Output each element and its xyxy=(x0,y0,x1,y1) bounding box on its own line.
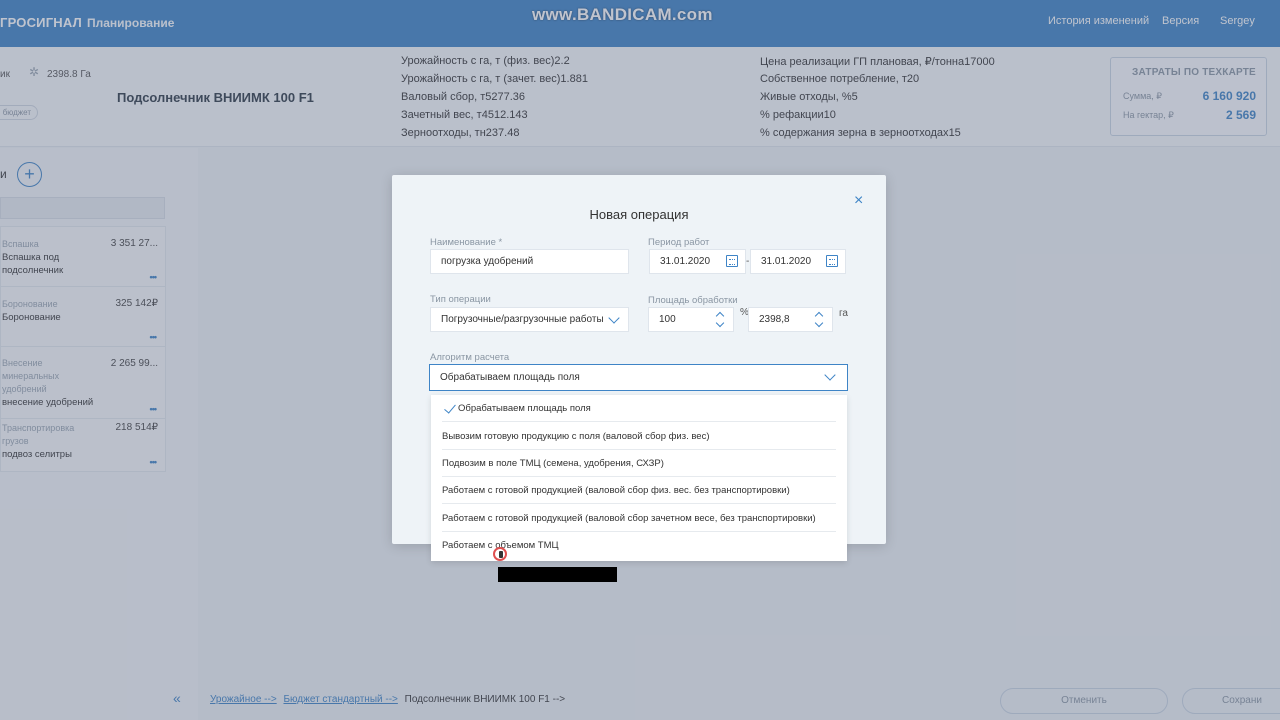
date-from-input[interactable]: 31.01.2020 xyxy=(649,249,746,274)
area-percent-value: 100 xyxy=(659,314,676,325)
area-percent-input[interactable]: 100 xyxy=(648,307,734,332)
dropdown-option[interactable]: Вывозим готовую продукцию с поля (валово… xyxy=(442,423,836,450)
redaction-bar xyxy=(498,567,617,582)
date-from-value: 31.01.2020 xyxy=(660,256,711,267)
dropdown-option[interactable]: Подвозим в поле ТМЦ (семена, удобрения, … xyxy=(442,450,836,477)
dropdown-option[interactable]: Работаем с готовой продукцией (валовой с… xyxy=(442,477,836,504)
type-label: Тип операции xyxy=(430,294,491,305)
check-icon xyxy=(444,401,456,414)
name-label: Наименование * xyxy=(430,237,503,248)
stepper-icon[interactable] xyxy=(715,311,725,328)
hectare-unit: га xyxy=(839,308,848,319)
chevron-down-icon xyxy=(824,369,836,381)
area-label: Площадь обработки xyxy=(648,295,738,306)
calendar-icon[interactable] xyxy=(826,255,838,267)
date-to-value: 31.01.2020 xyxy=(761,256,812,267)
calendar-icon[interactable] xyxy=(726,255,738,267)
area-ha-value: 2398,8 xyxy=(759,314,790,325)
option-label: Обрабатываем площадь поля xyxy=(458,403,591,414)
period-label: Период работ xyxy=(648,237,710,248)
area-ha-input[interactable]: 2398,8 xyxy=(748,307,833,332)
name-input[interactable]: погрузка удобрений xyxy=(430,249,629,274)
operation-type-value: Погрузочные/разгрузочные работы xyxy=(441,314,604,325)
date-to-input[interactable]: 31.01.2020 xyxy=(750,249,846,274)
dropdown-option-selected[interactable]: Обрабатываем площадь поля xyxy=(442,395,836,422)
algorithm-dropdown: Обрабатываем площадь поля Вывозим готову… xyxy=(431,395,847,561)
stepper-icon[interactable] xyxy=(814,311,824,328)
algorithm-label: Алгоритм расчета xyxy=(430,352,510,363)
date-separator: - xyxy=(746,256,750,267)
algorithm-select[interactable]: Обрабатываем площадь поля xyxy=(429,364,848,391)
algorithm-value: Обрабатываем площадь поля xyxy=(440,372,580,383)
chevron-down-icon xyxy=(608,312,620,324)
dropdown-option[interactable]: Работаем с готовой продукцией (валовой с… xyxy=(442,505,836,532)
dialog-title: Новая операция xyxy=(589,207,689,222)
mouse-cursor-icon xyxy=(493,547,507,561)
operation-type-select[interactable]: Погрузочные/разгрузочные работы xyxy=(430,307,629,332)
